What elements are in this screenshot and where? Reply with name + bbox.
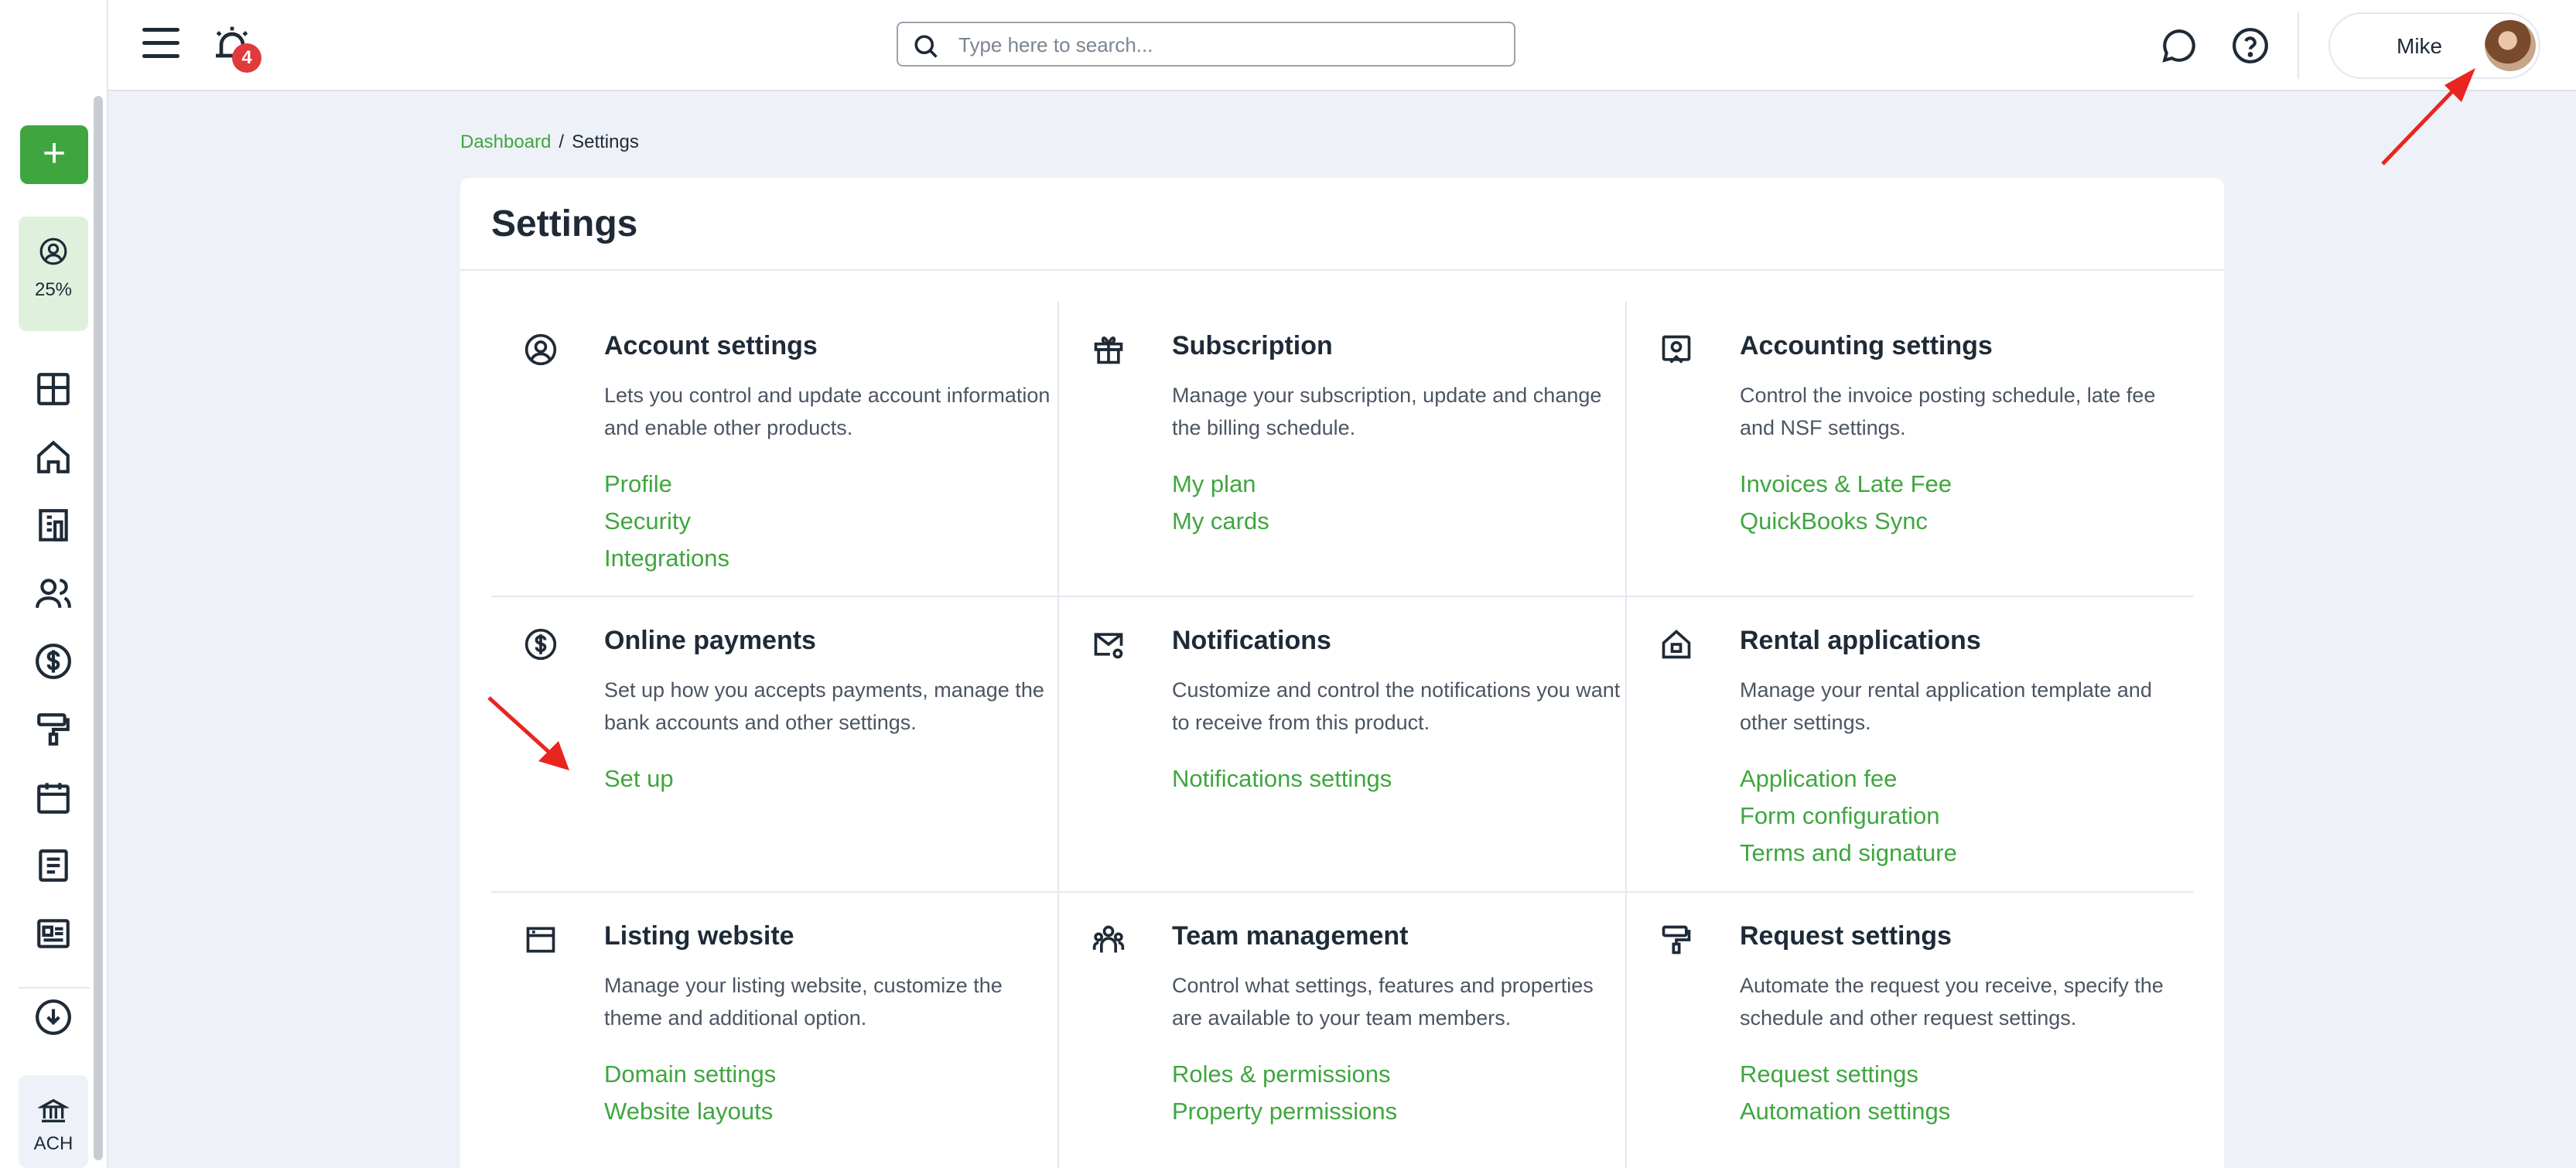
breadcrumb: Dashboard / Settings: [460, 131, 639, 153]
profile-progress[interactable]: 25%: [19, 217, 88, 331]
sidebar-divider: [19, 987, 90, 989]
roles-permissions-link[interactable]: Roles & permissions: [1172, 1056, 1397, 1093]
invoices-late-fee-link[interactable]: Invoices & Late Fee: [1740, 466, 1952, 503]
quickbooks-sync-link[interactable]: QuickBooks Sync: [1740, 503, 1952, 540]
section-description: Manage your subscription, update and cha…: [1172, 384, 1602, 439]
sidebar-scrollbar[interactable]: [94, 96, 103, 1160]
section-title: Listing website: [604, 921, 794, 951]
section-listing-website: Listing website Manage your listing webs…: [491, 892, 1059, 1168]
paint-roller-icon[interactable]: [34, 710, 73, 749]
my-plan-link[interactable]: My plan: [1172, 466, 1269, 503]
title-divider: [460, 269, 2224, 271]
search-icon: [914, 35, 938, 58]
annotation-arrow-icon: [487, 696, 569, 770]
form-configuration-link[interactable]: Form configuration: [1740, 797, 1957, 835]
terms-and-signature-link[interactable]: Terms and signature: [1740, 835, 1957, 872]
chat-icon[interactable]: [2160, 26, 2198, 65]
building-icon[interactable]: [34, 506, 73, 545]
integrations-link[interactable]: Integrations: [604, 540, 729, 577]
section-description: Customize and control the notifications …: [1172, 678, 1621, 734]
application-fee-link[interactable]: Application fee: [1740, 760, 1957, 797]
settings-card: Settings Account settings Lets you contr…: [460, 178, 2224, 1168]
section-title: Account settings: [604, 331, 818, 360]
section-team-management: Team management Control what settings, f…: [1059, 892, 1627, 1168]
breadcrumb-dashboard-link[interactable]: Dashboard: [460, 131, 551, 152]
section-description: Lets you control and update account info…: [604, 384, 1051, 439]
progress-percent: 25%: [34, 279, 73, 300]
document-icon[interactable]: [34, 846, 73, 885]
bank-icon: [36, 1098, 70, 1122]
notifications-settings-link[interactable]: Notifications settings: [1172, 760, 1392, 797]
section-subscription: Subscription Manage your subscription, u…: [1059, 302, 1627, 596]
user-name: Mike: [2397, 34, 2443, 58]
avatar[interactable]: [2485, 20, 2536, 71]
mail-settings-icon: [1094, 633, 1123, 659]
my-cards-link[interactable]: My cards: [1172, 503, 1269, 540]
dashboard-icon[interactable]: [34, 370, 73, 408]
notification-badge: 4: [232, 43, 261, 73]
topbar-divider: [2298, 12, 2299, 79]
paint-roller-icon: [1662, 925, 1691, 955]
menu-icon[interactable]: [142, 28, 179, 62]
ach-item[interactable]: ACH: [19, 1075, 88, 1168]
people-icon[interactable]: [34, 574, 73, 613]
breadcrumb-separator: /: [559, 131, 565, 152]
team-icon: [1092, 925, 1125, 953]
section-description: Automate the request you receive, specif…: [1740, 974, 2164, 1030]
dollar-icon: [524, 628, 557, 661]
section-accounting-settings: Accounting settings Control the invoice …: [1627, 302, 2195, 596]
section-rental-applications: Rental applications Manage your rental a…: [1627, 596, 2195, 890]
set-up-link[interactable]: Set up: [604, 760, 674, 797]
section-title: Online payments: [604, 626, 816, 655]
section-description: Set up how you accepts payments, manage …: [604, 678, 1044, 734]
add-button[interactable]: +: [20, 125, 88, 184]
help-icon[interactable]: [2231, 26, 2270, 65]
section-title: Rental applications: [1740, 626, 1981, 655]
website-layouts-link[interactable]: Website layouts: [604, 1093, 776, 1130]
browser-window-icon: [526, 927, 555, 953]
section-title: Request settings: [1740, 921, 1952, 951]
section-description: Control what settings, features and prop…: [1172, 974, 1594, 1030]
home-icon[interactable]: [34, 438, 73, 476]
house-icon: [1662, 630, 1691, 659]
section-description: Manage your listing website, customize t…: [604, 974, 1003, 1030]
section-title: Subscription: [1172, 331, 1333, 360]
property-permissions-link[interactable]: Property permissions: [1172, 1093, 1397, 1130]
id-card-icon[interactable]: [34, 914, 73, 953]
section-title: Notifications: [1172, 626, 1331, 655]
invoice-icon: [1662, 335, 1691, 364]
breadcrumb-current: Settings: [572, 131, 639, 152]
top-bar: 4 Mike: [108, 0, 2576, 91]
section-notifications: Notifications Customize and control the …: [1059, 596, 1627, 890]
dollar-icon[interactable]: [34, 642, 73, 681]
ach-label: ACH: [33, 1133, 73, 1154]
section-title: Accounting settings: [1740, 331, 1993, 360]
user-circle-icon: [524, 333, 557, 366]
automation-settings-link[interactable]: Automation settings: [1740, 1093, 1950, 1130]
section-description: Manage your rental application template …: [1740, 678, 2152, 734]
sidebar: + 25% ACH: [0, 0, 108, 1168]
user-circle-icon: [39, 237, 67, 265]
section-description: Control the invoice posting schedule, la…: [1740, 384, 2156, 439]
calendar-icon[interactable]: [34, 778, 73, 817]
page-title: Settings: [491, 203, 638, 244]
annotation-arrow-icon: [2381, 68, 2475, 166]
gift-icon: [1094, 336, 1123, 364]
cloud-download-icon[interactable]: [34, 998, 73, 1037]
section-account-settings: Account settings Lets you control and up…: [491, 302, 1059, 596]
search-input[interactable]: [958, 29, 1500, 60]
profile-link[interactable]: Profile: [604, 466, 729, 503]
section-title: Team management: [1172, 921, 1409, 951]
request-settings-link[interactable]: Request settings: [1740, 1056, 1950, 1093]
security-link[interactable]: Security: [604, 503, 729, 540]
search-box[interactable]: [897, 22, 1515, 67]
section-request-settings: Request settings Automate the request yo…: [1627, 892, 2195, 1168]
domain-settings-link[interactable]: Domain settings: [604, 1056, 776, 1093]
